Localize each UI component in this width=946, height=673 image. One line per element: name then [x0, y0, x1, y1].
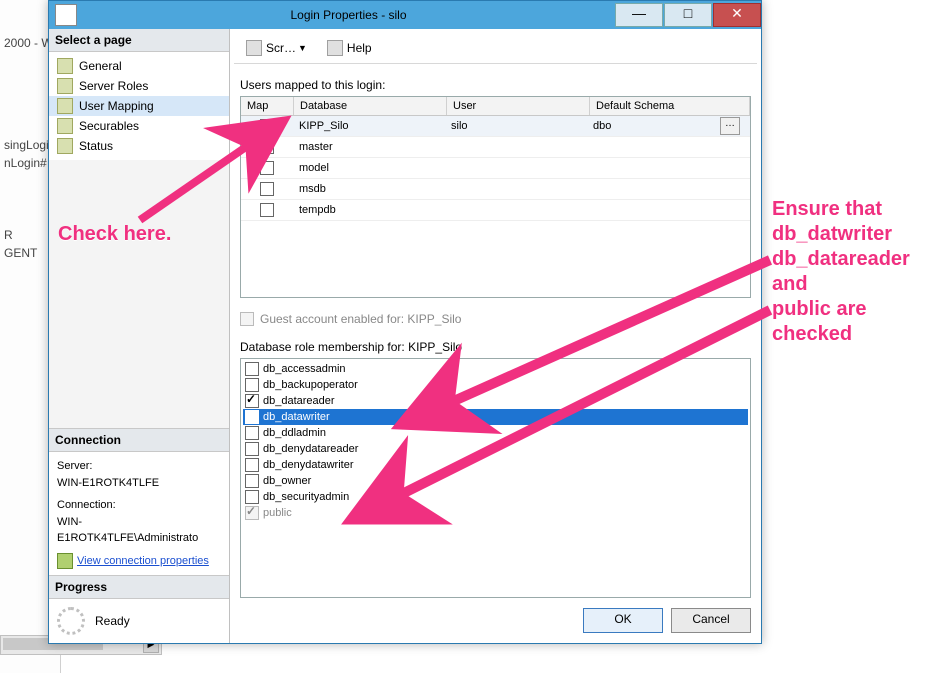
page-icon: [57, 138, 73, 154]
role-db_denydatareader[interactable]: db_denydatareader: [243, 441, 748, 457]
role-public: public: [243, 505, 748, 521]
role-checkbox: [245, 506, 259, 520]
page-item-general[interactable]: General: [49, 56, 229, 76]
role-checkbox[interactable]: [245, 410, 259, 424]
page-icon: [57, 58, 73, 74]
role-checkbox[interactable]: [245, 490, 259, 504]
role-db_owner[interactable]: db_owner: [243, 473, 748, 489]
role-checkbox[interactable]: [245, 362, 259, 376]
page-item-user-mapping[interactable]: User Mapping: [49, 96, 229, 116]
users-mapped-label: Users mapped to this login:: [240, 78, 751, 92]
map-checkbox[interactable]: [260, 203, 274, 217]
role-db_denydatawriter[interactable]: db_denydatawriter: [243, 457, 748, 473]
page-icon: [57, 78, 73, 94]
main-panel: Scr… ▼ Help Users mapped to this login: …: [230, 29, 761, 643]
help-icon: [327, 40, 343, 56]
minimize-button[interactable]: —: [615, 3, 663, 27]
maximize-button[interactable]: □: [664, 3, 712, 27]
chevron-down-icon: ▼: [298, 43, 307, 53]
role-checkbox[interactable]: [245, 394, 259, 408]
connection-header: Connection: [49, 428, 229, 452]
toolbar: Scr… ▼ Help: [234, 33, 757, 64]
progress-spinner-icon: [57, 607, 85, 635]
role-db_backupoperator[interactable]: db_backupoperator: [243, 377, 748, 393]
map-checkbox[interactable]: [260, 182, 274, 196]
page-icon: [57, 98, 73, 114]
role-checkbox[interactable]: [245, 378, 259, 392]
user-mapping-grid[interactable]: Map Database User Default Schema KIPP_Si…: [240, 96, 751, 298]
connection-properties-icon: [57, 553, 73, 569]
server-value: WIN-E1ROTK4TLFE: [57, 475, 221, 492]
grid-header: Map Database User Default Schema: [241, 97, 750, 116]
role-db_datareader[interactable]: db_datareader: [243, 393, 748, 409]
titlebar[interactable]: Login Properties - silo — □ ✕: [49, 1, 761, 29]
server-label: Server:: [57, 458, 221, 475]
page-icon: [57, 118, 73, 134]
role-checkbox[interactable]: [245, 458, 259, 472]
connection-value: WIN-E1ROTK4TLFE\Administrato: [57, 514, 221, 547]
mapping-row[interactable]: msdb: [241, 179, 750, 200]
role-db_datawriter[interactable]: db_datawriter: [243, 409, 748, 425]
page-item-status[interactable]: Status: [49, 136, 229, 156]
page-item-securables[interactable]: Securables: [49, 116, 229, 136]
schema-browse-button[interactable]: …: [720, 117, 740, 135]
script-button[interactable]: Scr… ▼: [240, 38, 313, 58]
progress-status: Ready: [95, 614, 130, 628]
role-db_accessadmin[interactable]: db_accessadmin: [243, 361, 748, 377]
script-icon: [246, 40, 262, 56]
cancel-button[interactable]: Cancel: [671, 608, 751, 633]
connection-info: Server: WIN-E1ROTK4TLFE Connection: WIN-…: [49, 452, 229, 575]
window-title: Login Properties - silo: [83, 8, 614, 22]
role-checkbox[interactable]: [245, 442, 259, 456]
login-properties-window: Login Properties - silo — □ ✕ Select a p…: [48, 0, 762, 644]
progress-header: Progress: [49, 575, 229, 599]
view-connection-properties-link[interactable]: View connection properties: [77, 553, 209, 570]
select-page-header: Select a page: [49, 29, 229, 52]
mapping-row[interactable]: tempdb: [241, 200, 750, 221]
role-membership-label: Database role membership for: KIPP_Silo: [240, 340, 751, 354]
map-checkbox[interactable]: [260, 119, 274, 133]
role-checkbox[interactable]: [245, 474, 259, 488]
window-icon: [55, 4, 77, 26]
role-db_ddladmin[interactable]: db_ddladmin: [243, 425, 748, 441]
guest-account-checkbox: Guest account enabled for: KIPP_Silo: [240, 312, 751, 326]
role-db_securityadmin[interactable]: db_securityadmin: [243, 489, 748, 505]
connection-label: Connection:: [57, 497, 221, 514]
mapping-row[interactable]: master: [241, 137, 750, 158]
annotation-ensure-roles: Ensure thatdb_datwriterdb_datareaderandp…: [772, 197, 942, 347]
close-button[interactable]: ✕: [713, 3, 761, 27]
page-list: GeneralServer RolesUser MappingSecurable…: [49, 52, 229, 160]
map-checkbox[interactable]: [260, 161, 274, 175]
guest-checkbox: [240, 312, 254, 326]
ok-button[interactable]: OK: [583, 608, 663, 633]
help-button[interactable]: Help: [321, 38, 378, 58]
page-item-server-roles[interactable]: Server Roles: [49, 76, 229, 96]
mapping-row[interactable]: model: [241, 158, 750, 179]
side-panel: Select a page GeneralServer RolesUser Ma…: [49, 29, 230, 643]
map-checkbox[interactable]: [260, 140, 274, 154]
role-membership-list[interactable]: db_accessadmindb_backupoperatordb_datare…: [240, 358, 751, 598]
mapping-row[interactable]: KIPP_Silosilodbo…: [241, 116, 750, 137]
role-checkbox[interactable]: [245, 426, 259, 440]
